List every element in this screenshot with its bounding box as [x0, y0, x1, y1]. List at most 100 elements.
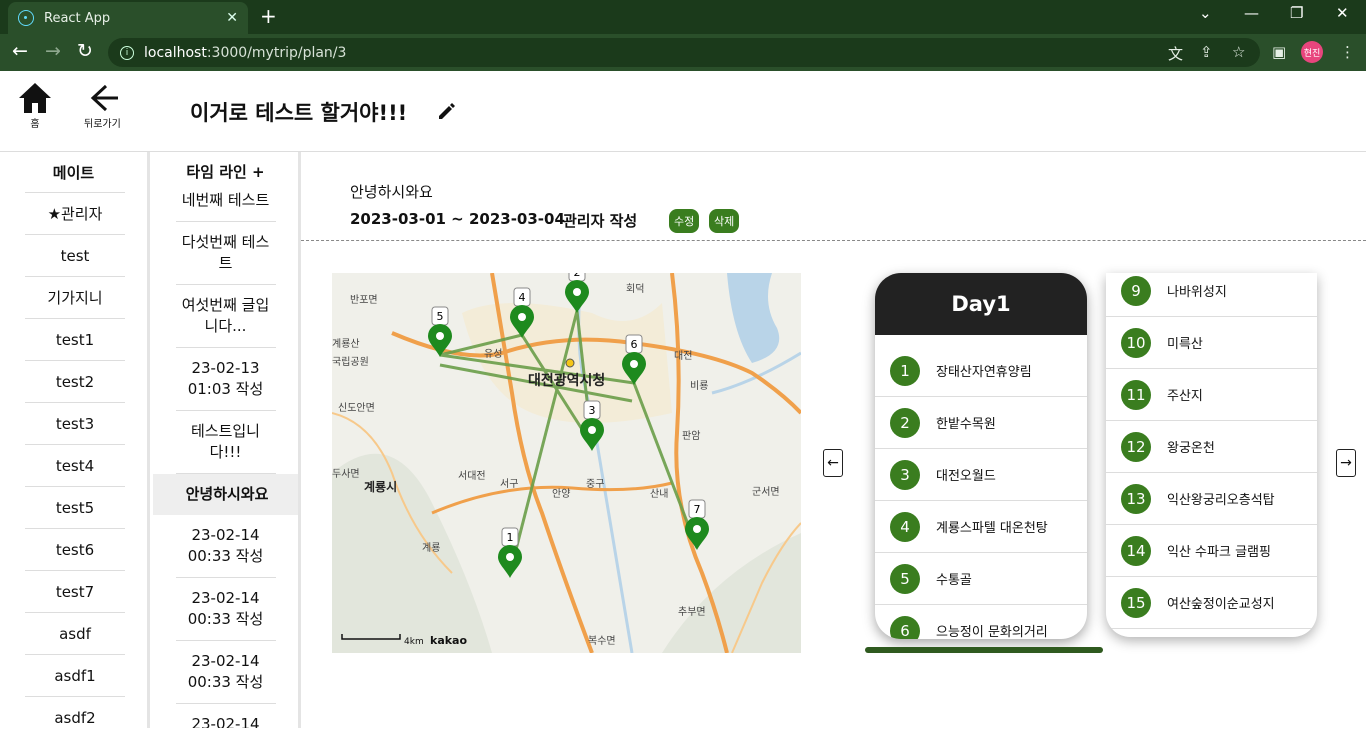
- mate-item[interactable]: test4: [25, 444, 125, 486]
- pencil-icon[interactable]: [436, 100, 458, 122]
- timeline-item[interactable]: 23-02-14 00:33 작성: [176, 704, 276, 728]
- map-place-label: 산내: [650, 488, 668, 500]
- edit-button[interactable]: 수정: [669, 209, 700, 233]
- timeline-item[interactable]: 23-02-14 00:33 작성: [175, 578, 276, 641]
- place-name: 익산왕궁리오층석탑: [1167, 493, 1275, 508]
- browser-tabstrip: React App ✕ + ⌄ — ❐ ✕: [0, 0, 1366, 34]
- place-number-badge: 9: [1121, 275, 1151, 306]
- map-place-label: 군서면: [752, 486, 780, 498]
- map-place-label: 계룡시: [364, 479, 397, 494]
- place-item[interactable]: 5 수통골: [875, 553, 1087, 605]
- place-item[interactable]: 1 장태산자연휴양림: [875, 345, 1087, 397]
- map-marker-number: 7: [694, 503, 701, 516]
- horizontal-scrollbar[interactable]: [865, 647, 1103, 653]
- timeline-item[interactable]: 네번째 테스트: [175, 180, 276, 222]
- browser-tab[interactable]: React App ✕: [8, 2, 248, 34]
- place-item[interactable]: 3 대전오월드: [875, 449, 1087, 501]
- trip-header: 안녕하시와요 2023-03-01 ~ 2023-03-04 관리자 작성 수정…: [301, 152, 1366, 241]
- restore-icon[interactable]: ❐: [1290, 4, 1303, 22]
- bookmark-star-icon[interactable]: ☆: [1232, 43, 1245, 61]
- day-card-2: 9 나바위성지 10 미륵산 11 주산지 12 왕궁온천 13 익산왕궁리오층석탑 14 익산 수파…: [1106, 273, 1317, 637]
- mate-item[interactable]: 기가지니: [25, 276, 125, 318]
- share-icon[interactable]: ⇪: [1200, 43, 1213, 61]
- timeline-item[interactable]: 다섯번째 테스트: [175, 222, 276, 285]
- place-item[interactable]: 15 여산숲정이순교성지: [1106, 577, 1317, 629]
- minimize-icon[interactable]: —: [1244, 4, 1259, 22]
- map-marker-number: 4: [519, 291, 526, 304]
- place-name: 대전오월드: [936, 469, 996, 484]
- tab-title: React App: [44, 10, 111, 26]
- home-button[interactable]: 홈: [17, 81, 53, 130]
- map-canvas: 대전광역시청 반포면계룡산국립공원 유성 회덕대전신도안면 비룡판암서대전계룡시 서구 중…: [332, 273, 801, 653]
- place-item[interactable]: 11 주산지: [1106, 369, 1317, 421]
- trip-author: 관리자 작성: [563, 212, 638, 230]
- tab-search-icon[interactable]: ⌄: [1199, 4, 1212, 22]
- trip-dates: 2023-03-01 ~ 2023-03-04: [350, 210, 565, 228]
- address-bar[interactable]: i localhost :3000/mytrip/plan/3: [108, 38, 1260, 67]
- mate-item[interactable]: asdf1: [25, 654, 125, 696]
- map-place-label: 반포면: [350, 294, 378, 306]
- route-map[interactable]: 대전광역시청 반포면 계룡산 국립공원 유성 회덕 대전 신도안면 비룡 판암 서대전 계룡시 서구 중…: [332, 273, 801, 653]
- map-place-label: 두사면: [332, 468, 360, 480]
- site-info-icon[interactable]: i: [120, 45, 134, 60]
- day1-place-list: 1 장태산자연휴양림 2 한밭수목원 3 대전오월드 4 계룡스파텔 대온천탕 5 수통골 6 으능정…: [875, 335, 1087, 639]
- map-city-label: 대전광역시청: [528, 372, 605, 389]
- mate-item[interactable]: test5: [25, 486, 125, 528]
- place-number-badge: 15: [1121, 587, 1151, 618]
- trip-name: 안녕하시와요: [350, 183, 433, 201]
- mate-item[interactable]: test7: [25, 570, 125, 612]
- delete-button[interactable]: 삭제: [709, 209, 740, 233]
- mate-item[interactable]: test1: [25, 318, 125, 360]
- translate-icon[interactable]: 文: [1168, 43, 1183, 64]
- mate-item[interactable]: test: [25, 234, 125, 276]
- timeline-item[interactable]: 여섯번째 글입니다...: [175, 285, 276, 348]
- timeline-item[interactable]: 23-02-14 00:33 작성: [175, 641, 276, 704]
- timeline-item[interactable]: 테스트입니다!!!: [175, 411, 276, 474]
- place-name: 수통골: [936, 573, 972, 588]
- place-number-badge: 14: [1121, 535, 1151, 566]
- mate-item[interactable]: test6: [25, 528, 125, 570]
- timeline-item[interactable]: 안녕하시와요: [153, 474, 298, 515]
- timeline-item[interactable]: 23-02-13 01:03 작성: [175, 348, 276, 411]
- place-item[interactable]: 13 익산왕궁리오층석탑: [1106, 473, 1317, 525]
- back-arrow-icon: [91, 84, 119, 112]
- place-item[interactable]: 2 한밭수목원: [875, 397, 1087, 449]
- place-number-badge: 11: [1121, 379, 1151, 410]
- mate-item[interactable]: asdf: [25, 612, 125, 654]
- map-place-label: 판암: [682, 430, 700, 442]
- map-place-label: 비룡: [690, 380, 708, 392]
- next-day-button[interactable]: →: [1336, 449, 1356, 477]
- mate-item[interactable]: test3: [25, 402, 125, 444]
- place-item[interactable]: 6 으능정이 문화의거리: [875, 605, 1087, 639]
- place-item[interactable]: 9 나바위성지: [1106, 273, 1317, 317]
- back-arrow-icon[interactable]: ←: [12, 40, 28, 62]
- place-item[interactable]: 14 익산 수파크 글램핑: [1106, 525, 1317, 577]
- place-number-badge: 12: [1121, 431, 1151, 462]
- place-item[interactable]: 12 왕궁온천: [1106, 421, 1317, 473]
- place-number-badge: 3: [890, 459, 920, 490]
- place-item[interactable]: 10 미륵산: [1106, 317, 1317, 369]
- timeline-panel: 타임 라인 + 네번째 테스트 다섯번째 테스트 여섯번째 글입니다... 23-02…: [153, 152, 301, 728]
- profile-avatar[interactable]: 현진: [1301, 41, 1323, 63]
- menu-icon[interactable]: ⋮: [1340, 43, 1355, 61]
- mate-item[interactable]: ★관리자: [25, 192, 125, 234]
- prev-day-button[interactable]: ←: [823, 449, 843, 477]
- url-path: :3000/mytrip/plan/3: [206, 44, 347, 61]
- close-tab-icon[interactable]: ✕: [226, 10, 238, 26]
- side-panel-icon[interactable]: ▣: [1272, 43, 1286, 61]
- day-title: Day1: [875, 273, 1087, 335]
- mate-item[interactable]: asdf2: [25, 696, 125, 738]
- map-place-label: 계룡: [422, 542, 440, 554]
- map-scale-label: 4km: [404, 637, 424, 647]
- place-name: 나바위성지: [1167, 285, 1227, 300]
- back-button[interactable]: 뒤로가기: [84, 81, 121, 130]
- close-window-icon[interactable]: ✕: [1336, 4, 1349, 22]
- place-name: 여산숲정이순교성지: [1167, 597, 1275, 612]
- forward-arrow-icon[interactable]: →: [45, 40, 61, 62]
- reload-icon[interactable]: ↻: [77, 40, 93, 62]
- place-item[interactable]: 4 계룡스파텔 대온천탕: [875, 501, 1087, 553]
- mate-item[interactable]: test2: [25, 360, 125, 402]
- url-host: localhost: [144, 44, 207, 61]
- new-tab-icon[interactable]: +: [260, 4, 277, 28]
- timeline-item[interactable]: 23-02-14 00:33 작성: [175, 515, 276, 578]
